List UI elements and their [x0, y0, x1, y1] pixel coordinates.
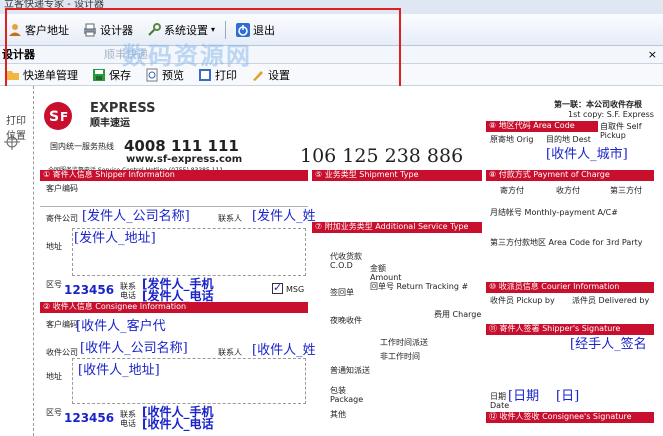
- recv-company-field[interactable]: [收件人_公司名称]: [80, 342, 188, 356]
- recv-contact-field[interactable]: [收件人_姓: [252, 344, 316, 358]
- print-guide: 打印位置: [0, 86, 34, 436]
- area-code-header: ⑧ 地区代码 Area Code: [486, 121, 598, 132]
- sender-header: ① 寄件人信息 Shipper Information: [40, 170, 308, 181]
- dest-label: 目的地 Dest: [546, 135, 591, 144]
- check-icon: ✓: [273, 281, 283, 294]
- hotline-label: 国内统一服务热线: [50, 142, 114, 151]
- edit-settings-button[interactable]: 设置: [247, 63, 294, 87]
- waybill-form: SF EXPRESS 顺丰速运 国内统一服务热线 4008 111 111 ww…: [38, 92, 654, 436]
- date-day-field[interactable]: [日]: [556, 390, 579, 404]
- crosshair-icon: [4, 134, 20, 150]
- pickup-by-label: 收件员 Pickup by: [490, 296, 555, 305]
- copy-label: 第一联：本公司收件存根: [554, 100, 642, 109]
- pay-consignee-label: 收方付: [556, 186, 580, 195]
- hotline-number: 4008 111 111: [124, 137, 239, 155]
- sender-area-label: 区号: [46, 280, 62, 289]
- pay-third-label: 第三方付: [610, 186, 642, 195]
- brand-cn: 顺丰速运: [90, 118, 130, 129]
- sender-area-field[interactable]: 123456: [64, 284, 114, 297]
- recv-contact-label: 联系人: [218, 348, 242, 357]
- self-pickup-label: 自取件 Self Pickup: [600, 122, 642, 140]
- divider: [40, 206, 308, 207]
- recv-address-box: [72, 358, 306, 404]
- sf-logo: SF: [44, 102, 72, 130]
- panel-title: 设计器: [2, 48, 35, 61]
- orig-label: 原寄地 Orig: [490, 135, 534, 144]
- weekday-label: 工作时间派送: [380, 338, 428, 347]
- handler-signature-field[interactable]: [经手人_签名: [570, 338, 647, 352]
- recv-customer-field[interactable]: [收件人_客户代: [76, 320, 166, 334]
- chevron-down-icon: ▾: [211, 25, 216, 34]
- date-label: 日期 Date: [490, 392, 510, 410]
- exit-label: 退出: [253, 23, 276, 37]
- printer-icon: [84, 23, 96, 36]
- svg-text:S: S: [49, 109, 59, 125]
- waybill-manage-label: 快递单管理: [23, 68, 78, 82]
- third-area-label: 第三方付款地区 Area Code for 3rd Party: [490, 238, 643, 247]
- recv-address-label: 地址: [46, 372, 62, 381]
- msg-label: MSG: [286, 285, 305, 294]
- recv-phone-field[interactable]: [收件人_电话: [142, 418, 214, 431]
- other-label: 其他: [330, 410, 346, 419]
- tracking-number: 106 125 238 886: [300, 145, 464, 167]
- date-field[interactable]: [日期: [508, 390, 539, 404]
- monthly-label: 月结帐号 Monthly-payment A/C#: [490, 208, 618, 217]
- charge-label: 费用 Charge: [434, 310, 482, 319]
- service-header: ⑤ 业务类型 Shipment Type: [312, 170, 482, 181]
- brand-express: EXPRESS: [90, 101, 156, 116]
- close-icon[interactable]: ×: [648, 46, 657, 64]
- designer-toolbar: 快递单管理 保存 预览 打印 设置: [0, 64, 663, 86]
- waybill-manage-button[interactable]: 快递单管理: [2, 63, 82, 87]
- recv-tel-label: 联系电话: [120, 410, 136, 428]
- msg-checkbox[interactable]: ✓: [272, 281, 283, 294]
- return-label: 签回单: [330, 288, 354, 297]
- customer-code-label: 客户编码: [46, 184, 78, 193]
- sender-address-box: [72, 228, 306, 276]
- amount-label: 金额 Amount: [370, 264, 402, 282]
- settings-icon: [148, 22, 161, 36]
- courier-header: ⑩ 收派员信息 Courier Information: [486, 282, 654, 293]
- holiday-label: 非工作时间: [380, 352, 420, 361]
- package-label: 包装 Package: [330, 386, 364, 404]
- customer-address-label: 客户地址: [25, 23, 69, 37]
- sender-address-label: 地址: [46, 242, 62, 251]
- svg-text:F: F: [60, 110, 68, 124]
- additional-label: ⑦ 附加业务类型 Additional Service Type: [312, 222, 482, 233]
- consignee-sig-header: ⑫ 收件人签收 Consignee's Signature: [486, 412, 654, 423]
- folder-icon: [7, 70, 19, 80]
- pay-shipper-label: 寄方付: [500, 186, 524, 195]
- recv-area-field[interactable]: 123456: [64, 412, 114, 425]
- shipper-sig-header: ⑪ 寄件人签署 Shipper's Signature: [486, 324, 654, 335]
- edit-icon: [253, 70, 263, 81]
- recv-customer-label: 客户编码: [46, 320, 78, 329]
- customer-address-button[interactable]: 客户地址: [4, 18, 73, 42]
- edit-settings-label: 设置: [268, 68, 290, 82]
- cod-label: 代收货款 C.O.D: [330, 252, 362, 270]
- evening-label: 夜晚收件: [330, 316, 362, 325]
- watermark: 数码资源网: [122, 42, 252, 70]
- main-toolbar: 客户地址 设计器 系统设置 ▾ 退出: [0, 14, 663, 46]
- sender-company-label: 寄件公司: [46, 214, 78, 223]
- save-icon: [93, 68, 105, 81]
- recv-city-field[interactable]: [收件人_城市]: [546, 148, 628, 162]
- return-no-label: 回单号 Return Tracking #: [370, 282, 469, 291]
- sender-contact-label: 联系人: [218, 214, 242, 223]
- normal-label: 普通知派送: [330, 366, 370, 375]
- sender-company-field[interactable]: [发件人_公司名称]: [82, 210, 190, 224]
- sender-tel-label: 联系电话: [120, 282, 136, 300]
- payment-header: ⑧ 付款方式 Payment of Charge: [486, 170, 654, 181]
- power-icon: [236, 22, 251, 37]
- delivered-by-label: 派件员 Delivered by: [572, 296, 650, 305]
- consignee-header: ② 收件人信息 Consignee Information: [40, 302, 308, 313]
- user-icon: [9, 23, 21, 36]
- copy-label-en: 1st copy: S.F. Express: [568, 110, 654, 119]
- designer-panel-header: 设计器 顺丰快递 ×: [0, 46, 663, 64]
- window-title: 立客快递专家 - 设计器: [0, 0, 663, 14]
- website: www.sf-express.com: [126, 154, 243, 165]
- recv-company-label: 收件公司: [46, 348, 78, 357]
- sender-contact-field[interactable]: [发件人_姓: [252, 210, 316, 224]
- recv-area-label: 区号: [46, 408, 62, 417]
